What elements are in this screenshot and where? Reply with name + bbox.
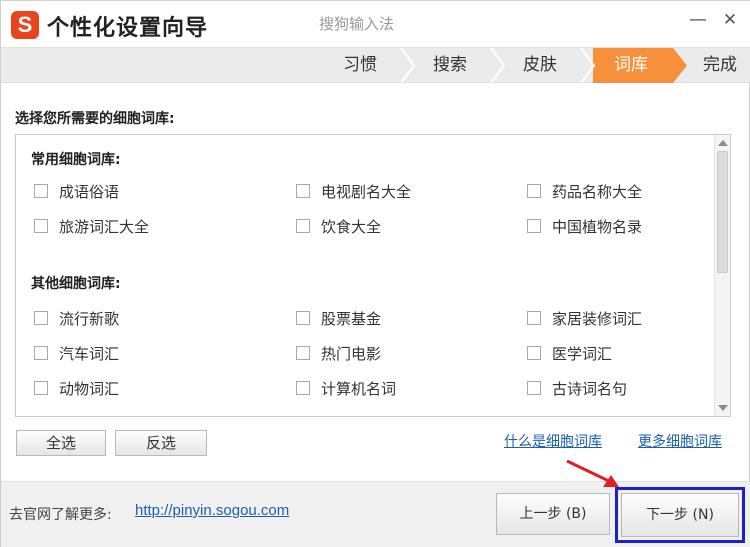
other-group-title: 其他细胞词库: — [31, 276, 121, 292]
checkbox-icon[interactable] — [296, 311, 310, 325]
footer-label: 去官网了解更多: — [9, 507, 112, 523]
checkbox-icon[interactable] — [527, 184, 541, 198]
checkbox-icon[interactable] — [527, 346, 541, 360]
checkbox-icon[interactable] — [296, 184, 310, 198]
checkbox-common-item[interactable]: 成语俗语 — [34, 181, 119, 201]
select-all-button[interactable]: 全选 — [16, 430, 106, 456]
checkbox-other-item[interactable]: 医学词汇 — [527, 343, 612, 363]
checkbox-common-item[interactable]: 旅游词汇大全 — [34, 216, 149, 236]
what-is-dictionary-link[interactable]: 什么是细胞词库 — [504, 431, 602, 451]
checkbox-icon[interactable] — [34, 184, 48, 198]
website-link[interactable]: http://pinyin.sogou.com — [135, 502, 289, 519]
wizard-window: S 个性化设置向导 搜狗输入法 — ✕ 习惯 搜索 皮肤 词库 完成 选择您所需… — [0, 0, 750, 547]
checkbox-icon[interactable] — [34, 311, 48, 325]
checkbox-icon[interactable] — [527, 381, 541, 395]
checkbox-common-item[interactable]: 药品名称大全 — [527, 181, 642, 201]
title-bar: S 个性化设置向导 搜狗输入法 — ✕ — [1, 1, 750, 47]
step-search[interactable]: 搜索 — [411, 48, 489, 83]
minimize-icon[interactable]: — — [687, 9, 709, 31]
step-finish[interactable]: 完成 — [691, 48, 749, 83]
checkbox-icon[interactable] — [296, 381, 310, 395]
checkbox-other-item[interactable]: 流行新歌 — [34, 308, 119, 328]
checkbox-common-item[interactable]: 中国植物名录 — [527, 216, 642, 236]
checkbox-other-item[interactable]: 计算机名词 — [296, 378, 396, 398]
sogou-logo-icon: S — [11, 11, 39, 39]
step-dictionary[interactable]: 词库 — [593, 48, 669, 83]
active-step-arrow — [673, 48, 687, 83]
checkbox-icon[interactable] — [296, 219, 310, 233]
checkbox-other-item[interactable]: 家居装修词汇 — [527, 308, 642, 328]
step-habit[interactable]: 习惯 — [321, 48, 399, 83]
scroll-down-icon[interactable] — [718, 405, 728, 411]
step-tabs: 习惯 搜索 皮肤 词库 完成 — [1, 47, 750, 83]
checkbox-other-item[interactable]: 汽车词汇 — [34, 343, 119, 363]
checkbox-icon[interactable] — [34, 381, 48, 395]
more-dictionary-link[interactable]: 更多细胞词库 — [638, 431, 722, 451]
window-title: 个性化设置向导 — [47, 16, 209, 41]
checkbox-other-item[interactable]: 股票基金 — [296, 308, 381, 328]
checkbox-icon[interactable] — [34, 219, 48, 233]
vertical-scrollbar[interactable] — [714, 135, 730, 416]
checkbox-icon[interactable] — [527, 219, 541, 233]
checkbox-common-item[interactable]: 饮食大全 — [296, 216, 381, 236]
close-icon[interactable]: ✕ — [719, 9, 741, 31]
section-title: 选择您所需要的细胞词库: — [15, 111, 175, 127]
scroll-thumb[interactable] — [717, 151, 728, 273]
checkbox-other-item[interactable]: 古诗词名句 — [527, 378, 627, 398]
prev-button[interactable]: 上一步 (B) — [496, 493, 610, 535]
dictionary-list[interactable]: 常用细胞词库: 成语俗语 电视剧名大全 药品名称大全 旅游词汇大全 饮食大全 中… — [15, 134, 731, 417]
checkbox-other-item[interactable]: 热门电影 — [296, 343, 381, 363]
checkbox-icon[interactable] — [296, 346, 310, 360]
invert-select-button[interactable]: 反选 — [115, 430, 207, 456]
common-group-title: 常用细胞词库: — [31, 152, 121, 168]
checkbox-icon[interactable] — [34, 346, 48, 360]
step-skin[interactable]: 皮肤 — [501, 48, 579, 83]
checkbox-other-item[interactable]: 动物词汇 — [34, 378, 119, 398]
checkbox-icon[interactable] — [527, 311, 541, 325]
window-subtitle: 搜狗输入法 — [319, 15, 395, 33]
checkbox-common-item[interactable]: 电视剧名大全 — [296, 181, 411, 201]
scroll-up-icon[interactable] — [718, 140, 728, 146]
next-button-highlight — [615, 487, 745, 543]
red-arrow-icon — [566, 459, 619, 487]
